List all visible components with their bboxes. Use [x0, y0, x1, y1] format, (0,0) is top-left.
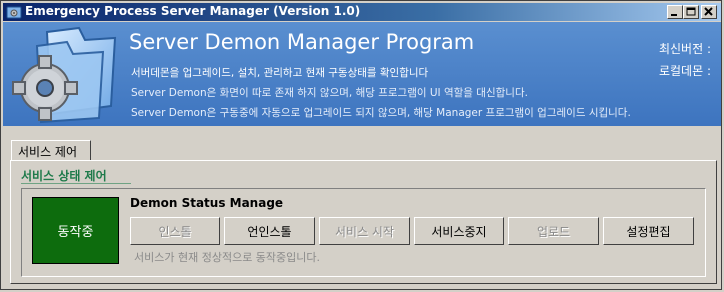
- section-underline: [21, 183, 131, 184]
- start-service-button[interactable]: 서비스 시작: [319, 217, 410, 245]
- tab-panel: 서비스 상태 제어 동작중 Demon Status Manage 인스톨 언인…: [10, 160, 717, 284]
- tab-service-control[interactable]: 서비스 제어: [11, 140, 91, 161]
- gear-folder-icon: [6, 6, 22, 19]
- close-icon: [704, 7, 713, 16]
- header-banner: Server Demon Manager Program 서버데몬을 업그레이드…: [3, 22, 721, 126]
- maximize-button[interactable]: [683, 5, 699, 19]
- stop-service-button[interactable]: 서비스중지: [414, 217, 504, 245]
- window-title: Emergency Process Server Manager (Versio…: [25, 4, 361, 18]
- uninstall-button[interactable]: 언인스톨: [224, 217, 315, 245]
- status-indicator: 동작중: [32, 197, 119, 264]
- section-title: 서비스 상태 제어: [21, 169, 107, 183]
- banner-description-3: Server Demon은 구동중에 자동으로 업그레이드 되지 않으며, 해당…: [131, 107, 631, 119]
- title-bar[interactable]: Emergency Process Server Manager (Versio…: [3, 3, 721, 21]
- folder-gear-icon: [12, 26, 117, 124]
- status-label: 동작중: [57, 225, 94, 240]
- minimize-button[interactable]: [667, 5, 683, 19]
- banner-description-2: Server Demon은 화면이 따로 존재 하지 않으며, 해당 프로그램이…: [131, 87, 528, 99]
- local-demon-label: 로컬데몬 :: [658, 64, 711, 78]
- banner-description-1: 서버데몬을 업그레이드, 설치, 관리하고 현재 구동상태를 확인합니다: [131, 67, 429, 79]
- demon-status-group: 동작중 Demon Status Manage 인스톨 언인스톨 서비스 시작 …: [21, 188, 706, 277]
- edit-settings-button[interactable]: 설정편집: [603, 217, 694, 245]
- install-button[interactable]: 인스톨: [130, 217, 220, 245]
- banner-heading: Server Demon Manager Program: [129, 30, 475, 54]
- close-button[interactable]: [701, 5, 717, 19]
- latest-version-label: 최신버전 :: [658, 42, 711, 56]
- status-message: 서비스가 현재 정상적으로 동작중입니다.: [134, 251, 321, 264]
- upload-button[interactable]: 업로드: [508, 217, 599, 245]
- group-title: Demon Status Manage: [130, 196, 284, 210]
- maximize-icon: [686, 7, 696, 16]
- minimize-icon: [671, 14, 677, 16]
- main-window: Emergency Process Server Manager (Versio…: [0, 0, 722, 290]
